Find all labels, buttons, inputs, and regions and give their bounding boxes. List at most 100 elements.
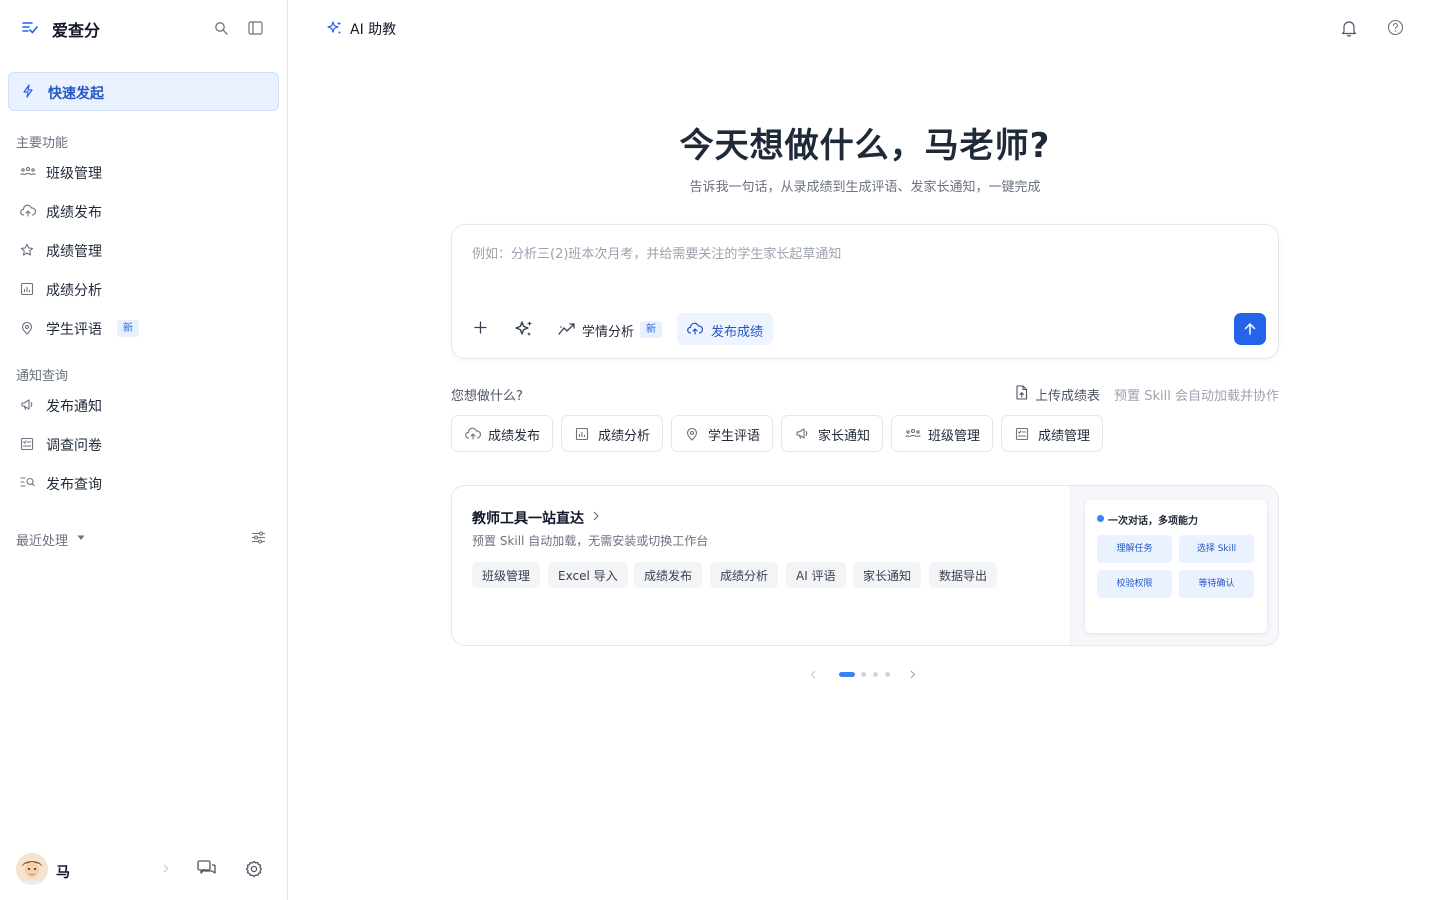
- sidebar-item-score-analysis[interactable]: 成绩分析: [8, 271, 279, 307]
- chevron-right-icon: [593, 511, 599, 521]
- suggestion-label: 成绩分析: [598, 429, 651, 444]
- file-upload-icon: [1015, 385, 1028, 400]
- pager-dot[interactable]: [839, 672, 855, 677]
- chart-box-icon: [575, 427, 589, 441]
- tool-tag: 班级管理: [472, 562, 541, 588]
- messages-icon[interactable]: [197, 860, 216, 877]
- magic-sparkle-icon[interactable]: [514, 319, 534, 339]
- suggestion-student-comments[interactable]: 学生评语: [671, 415, 773, 452]
- app-logo-icon: [22, 21, 38, 35]
- suggestion-label: 学生评语: [708, 429, 761, 444]
- sidebar-toggle-icon[interactable]: [248, 21, 263, 35]
- tool-tag: 成绩发布: [634, 562, 703, 588]
- sidebar-item-score-publish[interactable]: 成绩发布: [8, 193, 279, 229]
- card-preview: 一次对话，多项能力 理解任务 选择 Skill 校验权限 等待确认: [1070, 486, 1278, 645]
- sidebar-item-publish-notice[interactable]: 发布通知: [8, 387, 279, 423]
- cloud-upload-icon: [687, 322, 703, 335]
- sidebar-header: 爱查分: [0, 0, 287, 56]
- suggestion-score-management[interactable]: 成绩管理: [1001, 415, 1103, 452]
- chevron-right-icon[interactable]: [163, 864, 169, 873]
- learning-analysis-chip[interactable]: 学情分析 新: [548, 313, 668, 345]
- star-icon: [20, 243, 34, 257]
- new-badge: 新: [117, 320, 139, 337]
- capability-tile: 等待确认: [1179, 570, 1254, 598]
- chip-label: 学情分析: [582, 325, 635, 340]
- capability-tile: 校验权限: [1097, 570, 1172, 598]
- sidebar-item-label: 班级管理: [46, 166, 102, 182]
- recent-section-title[interactable]: 最近处理: [16, 530, 68, 549]
- sidebar-item-student-comments[interactable]: 学生评语 新: [8, 310, 279, 346]
- suggestion-score-analysis[interactable]: 成绩分析: [561, 415, 663, 452]
- feature-card[interactable]: 教师工具一站直达 预置 Skill 自动加载，无需安装或切换工作台 班级管理 E…: [451, 485, 1279, 646]
- suggestion-class-management[interactable]: 班级管理: [891, 415, 993, 452]
- status-dot: [1097, 515, 1104, 522]
- section-title-notice: 通知查询: [16, 369, 69, 384]
- hero-subtitle: 告诉我一句话，从录成绩到生成评语、发家长通知，一键完成: [689, 180, 1041, 195]
- sidebar-item-class-management[interactable]: 班级管理: [8, 154, 279, 190]
- tool-tag: 数据导出: [929, 562, 998, 588]
- chart-box-icon: [20, 282, 34, 296]
- class-group-icon: [905, 427, 921, 439]
- send-button[interactable]: [1234, 313, 1266, 345]
- quick-launch-label: 快速发起: [48, 86, 104, 102]
- publish-score-chip[interactable]: 发布成绩: [677, 313, 773, 345]
- suggestion-parent-notice[interactable]: 家长通知: [781, 415, 883, 452]
- plus-icon[interactable]: [474, 321, 487, 334]
- sidebar-item-survey[interactable]: 调查问卷: [8, 426, 279, 462]
- sidebar-item-label: 学生评语: [46, 322, 102, 338]
- sidebar-item-label: 成绩管理: [46, 244, 102, 260]
- carousel-pager: [810, 668, 922, 682]
- pager-dot[interactable]: [873, 672, 878, 677]
- suggestion-label: 家长通知: [818, 429, 871, 444]
- prompt-composer: 学情分析 新 发布成绩: [451, 224, 1279, 359]
- chevron-left-icon[interactable]: [810, 670, 816, 679]
- help-icon[interactable]: [1387, 19, 1404, 36]
- gear-icon[interactable]: [245, 860, 263, 878]
- suggestion-score-publish[interactable]: 成绩发布: [451, 415, 553, 452]
- page-title: AI 助教: [350, 22, 397, 38]
- card-description: 预置 Skill 自动加载，无需安装或切换工作台: [472, 534, 709, 548]
- sparkle-icon: [326, 20, 343, 36]
- sidebar: 爱查分 快速发起 主要功能 班级管理 成绩发布 成绩管理 成绩分析 学生评语 新…: [0, 0, 288, 900]
- megaphone-icon: [795, 427, 810, 440]
- pager-dot[interactable]: [861, 672, 866, 677]
- card-title: 教师工具一站直达: [472, 511, 584, 527]
- megaphone-icon: [20, 398, 35, 411]
- new-badge: 新: [640, 321, 662, 338]
- sidebar-item-label: 发布通知: [46, 399, 102, 415]
- cloud-upload-icon: [465, 427, 481, 440]
- cloud-upload-icon: [20, 204, 36, 217]
- caret-down-icon[interactable]: [77, 535, 85, 541]
- preset-skill-note: 预置 Skill 会自动加载并协作: [1114, 389, 1279, 404]
- tool-tag: AI 评语: [786, 562, 846, 588]
- user-name: 马: [56, 865, 70, 881]
- lightning-icon: [22, 84, 34, 98]
- capability-tile: 理解任务: [1097, 535, 1172, 563]
- arrow-up-icon: [1243, 322, 1257, 336]
- tool-tag: 家长通知: [853, 562, 922, 588]
- preview-title: 一次对话，多项能力: [1108, 516, 1198, 527]
- chevron-right-icon[interactable]: [910, 670, 916, 679]
- hero-title: 今天想做什么，马老师?: [679, 126, 1051, 166]
- pin-comment-icon: [685, 427, 699, 441]
- filter-sliders-icon[interactable]: [251, 531, 266, 544]
- trend-icon: [558, 322, 576, 336]
- app-name: 爱查分: [52, 21, 101, 40]
- sidebar-item-publish-query[interactable]: 发布查询: [8, 465, 279, 501]
- avatar[interactable]: [16, 853, 48, 885]
- pager-dot[interactable]: [885, 672, 890, 677]
- tool-tag: 成绩分析: [710, 562, 779, 588]
- sidebar-item-label: 成绩发布: [46, 205, 102, 221]
- prompt-input[interactable]: [472, 243, 1252, 265]
- upload-label: 上传成绩表: [1035, 389, 1101, 404]
- bell-icon[interactable]: [1341, 19, 1357, 37]
- quick-launch-button[interactable]: 快速发起: [8, 72, 279, 111]
- suggestion-label: 班级管理: [928, 429, 981, 444]
- tool-tag: Excel 导入: [548, 562, 628, 588]
- search-list-icon: [20, 476, 35, 488]
- preview-panel: 一次对话，多项能力 理解任务 选择 Skill 校验权限 等待确认: [1085, 500, 1267, 633]
- search-icon[interactable]: [214, 21, 228, 35]
- capability-tile: 选择 Skill: [1179, 535, 1254, 563]
- sidebar-item-score-management[interactable]: 成绩管理: [8, 232, 279, 268]
- suggestions-label: 您想做什么?: [451, 389, 523, 404]
